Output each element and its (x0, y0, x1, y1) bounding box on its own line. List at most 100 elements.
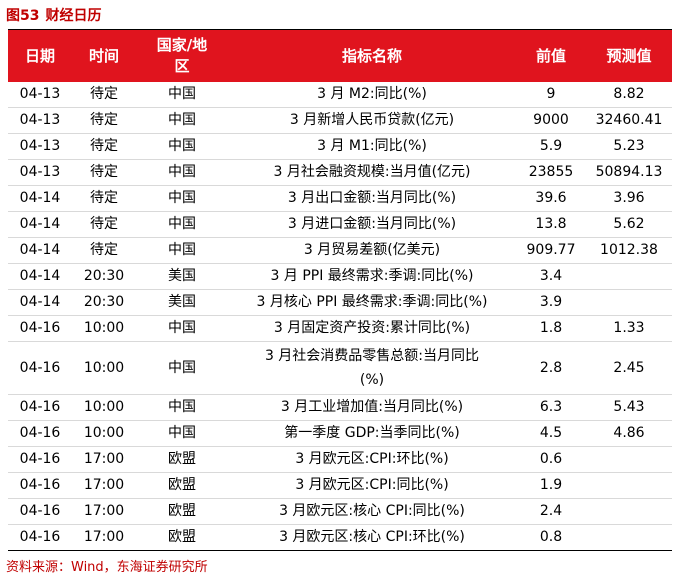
time-cell: 待定 (90, 86, 118, 102)
date-cell: 04-14 (19, 268, 61, 284)
forecast-value-cell: 5.23 (613, 138, 645, 154)
date-cell: 04-13 (19, 112, 61, 128)
previous-value-cell: 13.8 (535, 216, 567, 232)
indicator-cell: 3 月 PPI 最终需求:季调:同比(%) (270, 268, 474, 284)
date-cell: 04-13 (19, 86, 61, 102)
region-cell: 中国 (168, 190, 196, 206)
previous-value-cell: 4.5 (539, 425, 563, 441)
indicator-cell: 3 月欧元区:核心 CPI:环比(%) (279, 529, 465, 545)
header-forecast: 预测值 (586, 30, 672, 82)
region-cell: 欧盟 (168, 477, 196, 493)
forecast-value-cell: 1012.38 (600, 242, 658, 258)
indicator-cell: 3 月欧元区:CPI:环比(%) (295, 451, 449, 467)
table-header-row: 日期 时间 国家/地区 指标名称 前值 预测值 (8, 30, 672, 82)
indicator-cell: 3 月出口金额:当月同比(%) (287, 190, 457, 206)
indicator-cell: 3 月贸易差额(亿美元) (303, 242, 441, 258)
forecast-value-cell (586, 290, 672, 316)
table-row: 04-16 17:00 欧盟 3 月欧元区:CPI:环比(%) 0.6 (8, 446, 672, 473)
previous-value-cell: 9000 (533, 112, 569, 128)
previous-value-cell: 6.3 (539, 399, 563, 415)
table-row: 04-16 10:00 中国 3 月社会消费品零售总额:当月同比(%) 2.8 2.45 (8, 341, 672, 395)
region-cell: 中国 (168, 399, 196, 415)
forecast-value-cell (586, 447, 672, 473)
header-time: 时间 (72, 30, 136, 82)
previous-value-cell: 5.9 (539, 138, 563, 154)
forecast-value-cell: 8.82 (613, 86, 645, 102)
previous-value-cell: 2.8 (539, 359, 563, 376)
time-cell: 待定 (90, 216, 118, 232)
region-cell: 中国 (168, 164, 196, 180)
table-row: 04-16 10:00 中国 第一季度 GDP:当季同比(%) 4.5 4.86 (8, 420, 672, 447)
date-cell: 04-14 (19, 242, 61, 258)
time-cell: 待定 (90, 138, 118, 154)
region-cell: 欧盟 (168, 529, 196, 545)
forecast-value-cell: 32460.41 (595, 112, 663, 128)
date-cell: 04-16 (19, 320, 61, 336)
forecast-value-cell: 50894.13 (595, 164, 663, 180)
forecast-value-cell: 1.33 (613, 320, 645, 336)
table-row: 04-16 10:00 中国 3 月工业增加值:当月同比(%) 6.3 5.43 (8, 394, 672, 421)
table-row: 04-16 17:00 欧盟 3 月欧元区:核心 CPI:同比(%) 2.4 (8, 498, 672, 525)
table-row: 04-16 10:00 中国 3 月固定资产投资:累计同比(%) 1.8 1.33 (8, 315, 672, 342)
region-cell: 中国 (168, 138, 196, 154)
source-note: 资料来源：Wind，东海证券研究所 (6, 560, 208, 575)
previous-value-cell: 9 (546, 86, 556, 102)
indicator-cell: 3 月工业增加值:当月同比(%) (280, 399, 464, 415)
time-cell: 待定 (90, 242, 118, 258)
figure-title: 图53 财经日历 (6, 5, 107, 25)
table-row: 04-14 待定 中国 3 月进口金额:当月同比(%) 13.8 5.62 (8, 211, 672, 238)
date-cell: 04-13 (19, 138, 61, 154)
date-cell: 04-14 (19, 294, 61, 310)
time-cell: 10:00 (83, 425, 125, 441)
header-indicator: 指标名称 (228, 30, 516, 82)
table-row: 04-13 待定 中国 3 月新增人民币贷款(亿元) 9000 32460.41 (8, 107, 672, 134)
table-row: 04-14 20:30 美国 3 月 PPI 最终需求:季调:同比(%) 3.4 (8, 263, 672, 290)
date-cell: 04-16 (19, 529, 61, 545)
time-cell: 20:30 (83, 294, 125, 310)
date-cell: 04-16 (19, 425, 61, 441)
region-cell: 中国 (168, 216, 196, 232)
table-body: 04-13 待定 中国 3 月 M2:同比(%) 9 8.82 04-13 待定 中国 3 月新增… (8, 82, 672, 550)
time-cell: 17:00 (83, 503, 125, 519)
time-cell: 待定 (90, 190, 118, 206)
date-cell: 04-13 (19, 164, 61, 180)
region-cell: 中国 (168, 86, 196, 102)
table-row: 04-13 待定 中国 3 月社会融资规模:当月值(亿元) 23855 50894.13 (8, 159, 672, 186)
previous-value-cell: 2.4 (539, 503, 563, 519)
calendar-table-container: 日期 时间 国家/地区 指标名称 前值 预测值 04-13 待定 中国 3 月 M2:… (8, 29, 672, 551)
date-cell: 04-16 (19, 503, 61, 519)
date-cell: 04-14 (19, 190, 61, 206)
forecast-value-cell: 3.96 (613, 190, 645, 206)
date-cell: 04-14 (19, 216, 61, 232)
indicator-cell: 第一季度 GDP:当季同比(%) (284, 425, 460, 441)
forecast-value-cell (586, 264, 672, 290)
region-cell: 中国 (168, 359, 196, 376)
time-cell: 17:00 (83, 477, 125, 493)
figure-title-text: 财经日历 (45, 8, 102, 24)
table-row: 04-13 待定 中国 3 月 M1:同比(%) 5.9 5.23 (8, 133, 672, 160)
forecast-value-cell: 5.43 (613, 399, 645, 415)
previous-value-cell: 39.6 (535, 190, 567, 206)
time-cell: 待定 (90, 164, 118, 180)
region-cell: 欧盟 (168, 451, 196, 467)
indicator-cell: 3 月 M1:同比(%) (317, 138, 427, 154)
forecast-value-cell (586, 525, 672, 551)
indicator-cell: 3 月固定资产投资:累计同比(%) (273, 320, 471, 336)
table-row: 04-14 待定 中国 3 月出口金额:当月同比(%) 39.6 3.96 (8, 185, 672, 212)
table-row: 04-14 20:30 美国 3 月核心 PPI 最终需求:季调:同比(%) 3.9 (8, 289, 672, 316)
previous-value-cell: 1.9 (539, 477, 563, 493)
time-cell: 10:00 (83, 320, 125, 336)
time-cell: 17:00 (83, 529, 125, 545)
previous-value-cell: 0.6 (539, 451, 563, 467)
indicator-cell: 3 月 M2:同比(%) (317, 86, 427, 102)
region-cell: 美国 (168, 294, 196, 310)
indicator-cell: 3 月核心 PPI 最终需求:季调:同比(%) (256, 294, 488, 310)
region-cell: 中国 (168, 112, 196, 128)
table-row: 04-16 17:00 欧盟 3 月欧元区:核心 CPI:环比(%) 0.8 (8, 524, 672, 551)
date-cell: 04-16 (19, 399, 61, 415)
date-cell: 04-16 (19, 477, 61, 493)
table-row: 04-14 待定 中国 3 月贸易差额(亿美元) 909.77 1012.38 (8, 237, 672, 264)
economic-calendar-table: 日期 时间 国家/地区 指标名称 前值 预测值 04-13 待定 中国 3 月 M2:… (8, 30, 672, 550)
forecast-value-cell: 4.86 (613, 425, 645, 441)
forecast-value-cell (586, 473, 672, 499)
